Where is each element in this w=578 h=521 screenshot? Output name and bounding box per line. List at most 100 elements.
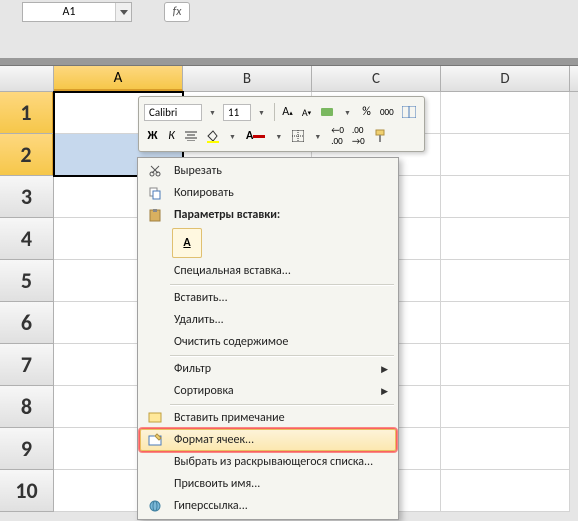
menu-pick-from-list[interactable]: Выбрать из раскрывающегося списка... — [140, 451, 396, 473]
format-cells-icon — [142, 433, 168, 447]
italic-button[interactable]: К — [163, 126, 180, 146]
name-box[interactable]: A1 — [22, 2, 132, 22]
menu-label: Вставить... — [168, 291, 388, 305]
font-color-button[interactable]: A — [243, 126, 268, 146]
scissors-icon — [142, 164, 168, 178]
cell-D2[interactable] — [441, 134, 570, 176]
select-all-corner[interactable] — [0, 66, 54, 91]
accounting-format-button[interactable] — [317, 102, 337, 122]
row-header-7[interactable]: 7 — [0, 344, 54, 386]
menu-label: Удалить... — [168, 313, 388, 327]
context-menu: Вырезать Копировать Параметры вставки: А… — [137, 157, 399, 520]
font-name-dropdown-icon[interactable]: ▼ — [204, 102, 221, 122]
row-header-6[interactable]: 6 — [0, 302, 54, 344]
column-header-B[interactable]: B — [183, 66, 312, 91]
row-header-2[interactable]: 2 — [0, 134, 54, 176]
name-box-value: A1 — [23, 5, 115, 19]
cell[interactable] — [441, 302, 570, 344]
row-header-4[interactable]: 4 — [0, 218, 54, 260]
paste-icon — [142, 208, 168, 222]
row-header-9[interactable]: 9 — [0, 428, 54, 470]
menu-label: Выбрать из раскрывающегося списка... — [168, 455, 388, 469]
pane-separator — [0, 58, 578, 66]
menu-define-name[interactable]: Присвоить имя... — [140, 473, 396, 495]
cell[interactable] — [441, 218, 570, 260]
cell-D1[interactable] — [441, 92, 570, 134]
cell[interactable] — [441, 260, 570, 302]
cell[interactable] — [441, 386, 570, 428]
menu-insert[interactable]: Вставить... — [140, 287, 396, 309]
row-header-1[interactable]: 1 — [0, 92, 54, 134]
fx-label: fx — [173, 5, 182, 19]
menu-label: Сортировка — [168, 384, 381, 398]
increase-decimal-button[interactable]: ←0.00 — [328, 126, 347, 146]
menu-delete[interactable]: Удалить... — [140, 309, 396, 331]
column-headers: A B C D — [0, 66, 578, 92]
fill-color-dropdown-icon[interactable]: ▼ — [224, 126, 241, 146]
font-color-dropdown-icon[interactable]: ▼ — [270, 126, 287, 146]
row-header-8[interactable]: 8 — [0, 386, 54, 428]
menu-label: Параметры вставки: — [168, 208, 388, 222]
menu-label: Гиперссылка... — [168, 499, 388, 513]
menu-paste-special[interactable]: Специальная вставка... — [140, 260, 396, 282]
menu-hyperlink[interactable]: Гиперссылка... — [140, 495, 396, 517]
menu-label: Вставить примечание — [168, 411, 388, 425]
accounting-dropdown-icon[interactable]: ▼ — [339, 102, 356, 122]
copy-icon — [142, 186, 168, 200]
separator — [170, 355, 394, 356]
submenu-arrow-icon: ▶ — [381, 386, 388, 397]
cell[interactable] — [441, 176, 570, 218]
column-header-C[interactable]: C — [312, 66, 441, 91]
mini-toolbar: ▼ ▼ A▴ A▾ ▼ % 000 Ж К ▼ A▼ ▼ ←0.00 .00→0 — [138, 96, 425, 152]
cell[interactable] — [441, 470, 570, 512]
comment-icon — [142, 411, 168, 425]
format-painter-button[interactable] — [370, 126, 390, 146]
cell[interactable] — [441, 428, 570, 470]
align-center-button[interactable] — [182, 126, 200, 146]
bold-button[interactable]: Ж — [144, 126, 161, 146]
menu-label: Присвоить имя... — [168, 477, 388, 491]
percent-style-button[interactable]: % — [358, 102, 375, 122]
grow-font-button[interactable]: A▴ — [279, 102, 296, 122]
submenu-arrow-icon: ▶ — [381, 364, 388, 375]
menu-copy[interactable]: Копировать — [140, 182, 396, 204]
menu-format-cells[interactable]: Формат ячеек... — [140, 429, 396, 451]
borders-button[interactable] — [289, 126, 307, 146]
row-header-10[interactable]: 10 — [0, 470, 54, 512]
menu-sort[interactable]: Сортировка ▶ — [140, 380, 396, 402]
separator — [170, 404, 394, 405]
column-header-D[interactable]: D — [441, 66, 570, 91]
merge-center-button[interactable] — [399, 102, 419, 122]
fill-color-button[interactable] — [202, 126, 222, 146]
hyperlink-icon — [142, 499, 168, 513]
column-header-A[interactable]: A — [54, 66, 183, 91]
decrease-decimal-button[interactable]: .00→0 — [349, 126, 368, 146]
insert-function-button[interactable]: fx — [164, 2, 190, 22]
menu-cut[interactable]: Вырезать — [140, 160, 396, 182]
paste-default-button[interactable]: А — [172, 228, 202, 258]
cell[interactable] — [441, 344, 570, 386]
borders-dropdown-icon[interactable]: ▼ — [309, 126, 326, 146]
formula-bar-area: A1 fx — [0, 0, 578, 58]
paste-options-header: Параметры вставки: — [140, 204, 396, 226]
shrink-font-button[interactable]: A▾ — [298, 102, 315, 122]
menu-clear-contents[interactable]: Очистить содержимое — [140, 331, 396, 353]
menu-label: Очистить содержимое — [168, 335, 388, 349]
menu-insert-comment[interactable]: Вставить примечание — [140, 407, 396, 429]
menu-label: Копировать — [168, 186, 388, 200]
menu-label: Формат ячеек... — [168, 433, 388, 447]
font-name-combo[interactable] — [144, 104, 202, 121]
row-header-5[interactable]: 5 — [0, 260, 54, 302]
menu-label: Вырезать — [168, 164, 388, 178]
font-size-combo[interactable] — [223, 104, 251, 121]
menu-label: Специальная вставка... — [168, 264, 388, 278]
menu-label: Фильтр — [168, 362, 381, 376]
paste-options-row: А — [140, 226, 396, 260]
row-header-3[interactable]: 3 — [0, 176, 54, 218]
comma-style-button[interactable]: 000 — [377, 102, 397, 122]
font-size-dropdown-icon[interactable]: ▼ — [253, 102, 270, 122]
name-box-dropdown-icon[interactable] — [115, 3, 131, 21]
separator — [274, 103, 275, 121]
menu-filter[interactable]: Фильтр ▶ — [140, 358, 396, 380]
separator — [170, 284, 394, 285]
